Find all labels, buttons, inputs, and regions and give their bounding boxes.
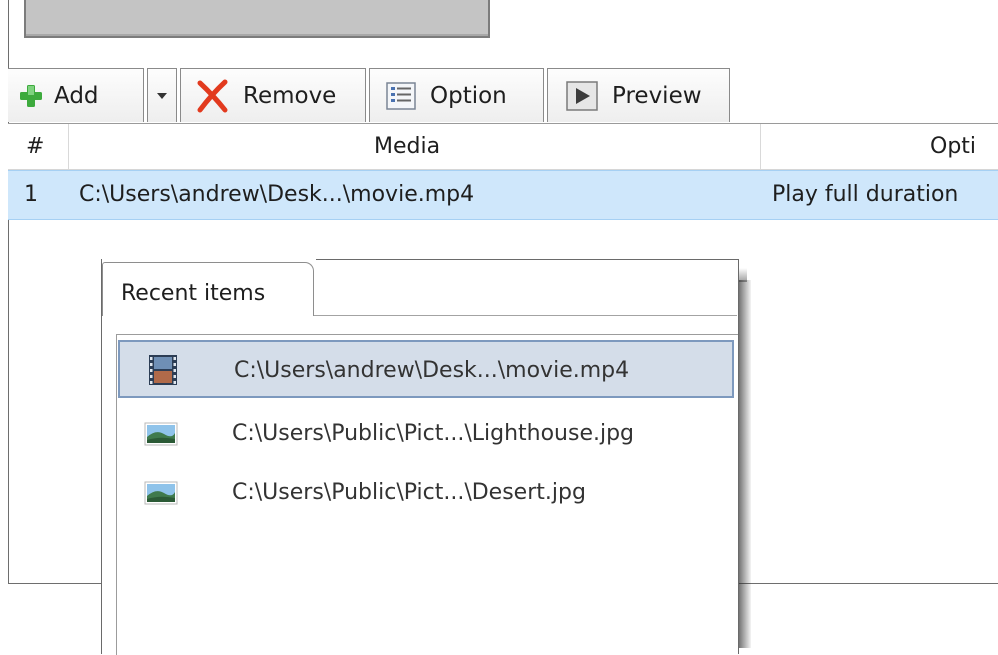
row-number: 1 xyxy=(24,182,38,207)
popup-shadow xyxy=(737,280,751,648)
add-dropdown-button[interactable] xyxy=(147,68,177,122)
remove-button[interactable]: Remove xyxy=(180,68,366,122)
play-icon xyxy=(566,80,598,111)
column-header-number[interactable]: # xyxy=(26,134,44,159)
list-item[interactable]: C:\Users\andrew\Desk...\movie.mp4 xyxy=(118,340,734,398)
remove-icon xyxy=(195,79,229,113)
column-header-media[interactable]: Media xyxy=(374,134,440,159)
preview-label: Preview xyxy=(612,82,702,109)
column-divider[interactable] xyxy=(760,124,761,169)
remove-label: Remove xyxy=(243,82,337,109)
tab-strip-line xyxy=(314,315,737,316)
option-button[interactable]: Option xyxy=(369,68,544,122)
row-media-path: C:\Users\andrew\Desk...\movie.mp4 xyxy=(79,182,475,207)
media-grid-header: # Media Opti xyxy=(8,124,998,170)
column-divider[interactable] xyxy=(68,124,69,169)
list-item[interactable]: C:\Users\Public\Pict...\Desert.jpg xyxy=(118,464,734,522)
row-option: Play full duration xyxy=(772,182,959,207)
image-file-icon xyxy=(144,476,178,508)
popup-border xyxy=(316,259,738,260)
tab-recent-items[interactable]: Recent items xyxy=(102,262,314,316)
option-label: Option xyxy=(430,82,507,109)
column-header-option[interactable]: Opti xyxy=(930,134,976,159)
table-row[interactable]: 1 C:\Users\andrew\Desk...\movie.mp4 Play… xyxy=(8,170,998,220)
preview-panel xyxy=(24,0,490,38)
add-icon xyxy=(18,83,44,109)
list-item[interactable]: C:\Users\Public\Pict...\Lighthouse.jpg xyxy=(118,405,734,463)
preview-button[interactable]: Preview xyxy=(547,68,730,122)
chevron-down-icon xyxy=(155,91,169,101)
add-label: Add xyxy=(54,82,99,109)
image-file-icon xyxy=(144,417,178,449)
video-file-icon xyxy=(146,354,180,386)
recent-item-path: C:\Users\andrew\Desk...\movie.mp4 xyxy=(234,358,630,383)
recent-item-path: C:\Users\Public\Pict...\Desert.jpg xyxy=(232,480,586,505)
recent-item-path: C:\Users\Public\Pict...\Lighthouse.jpg xyxy=(232,421,635,446)
add-button[interactable]: Add xyxy=(8,68,144,122)
list-settings-icon xyxy=(386,81,416,110)
tab-label: Recent items xyxy=(121,281,266,306)
